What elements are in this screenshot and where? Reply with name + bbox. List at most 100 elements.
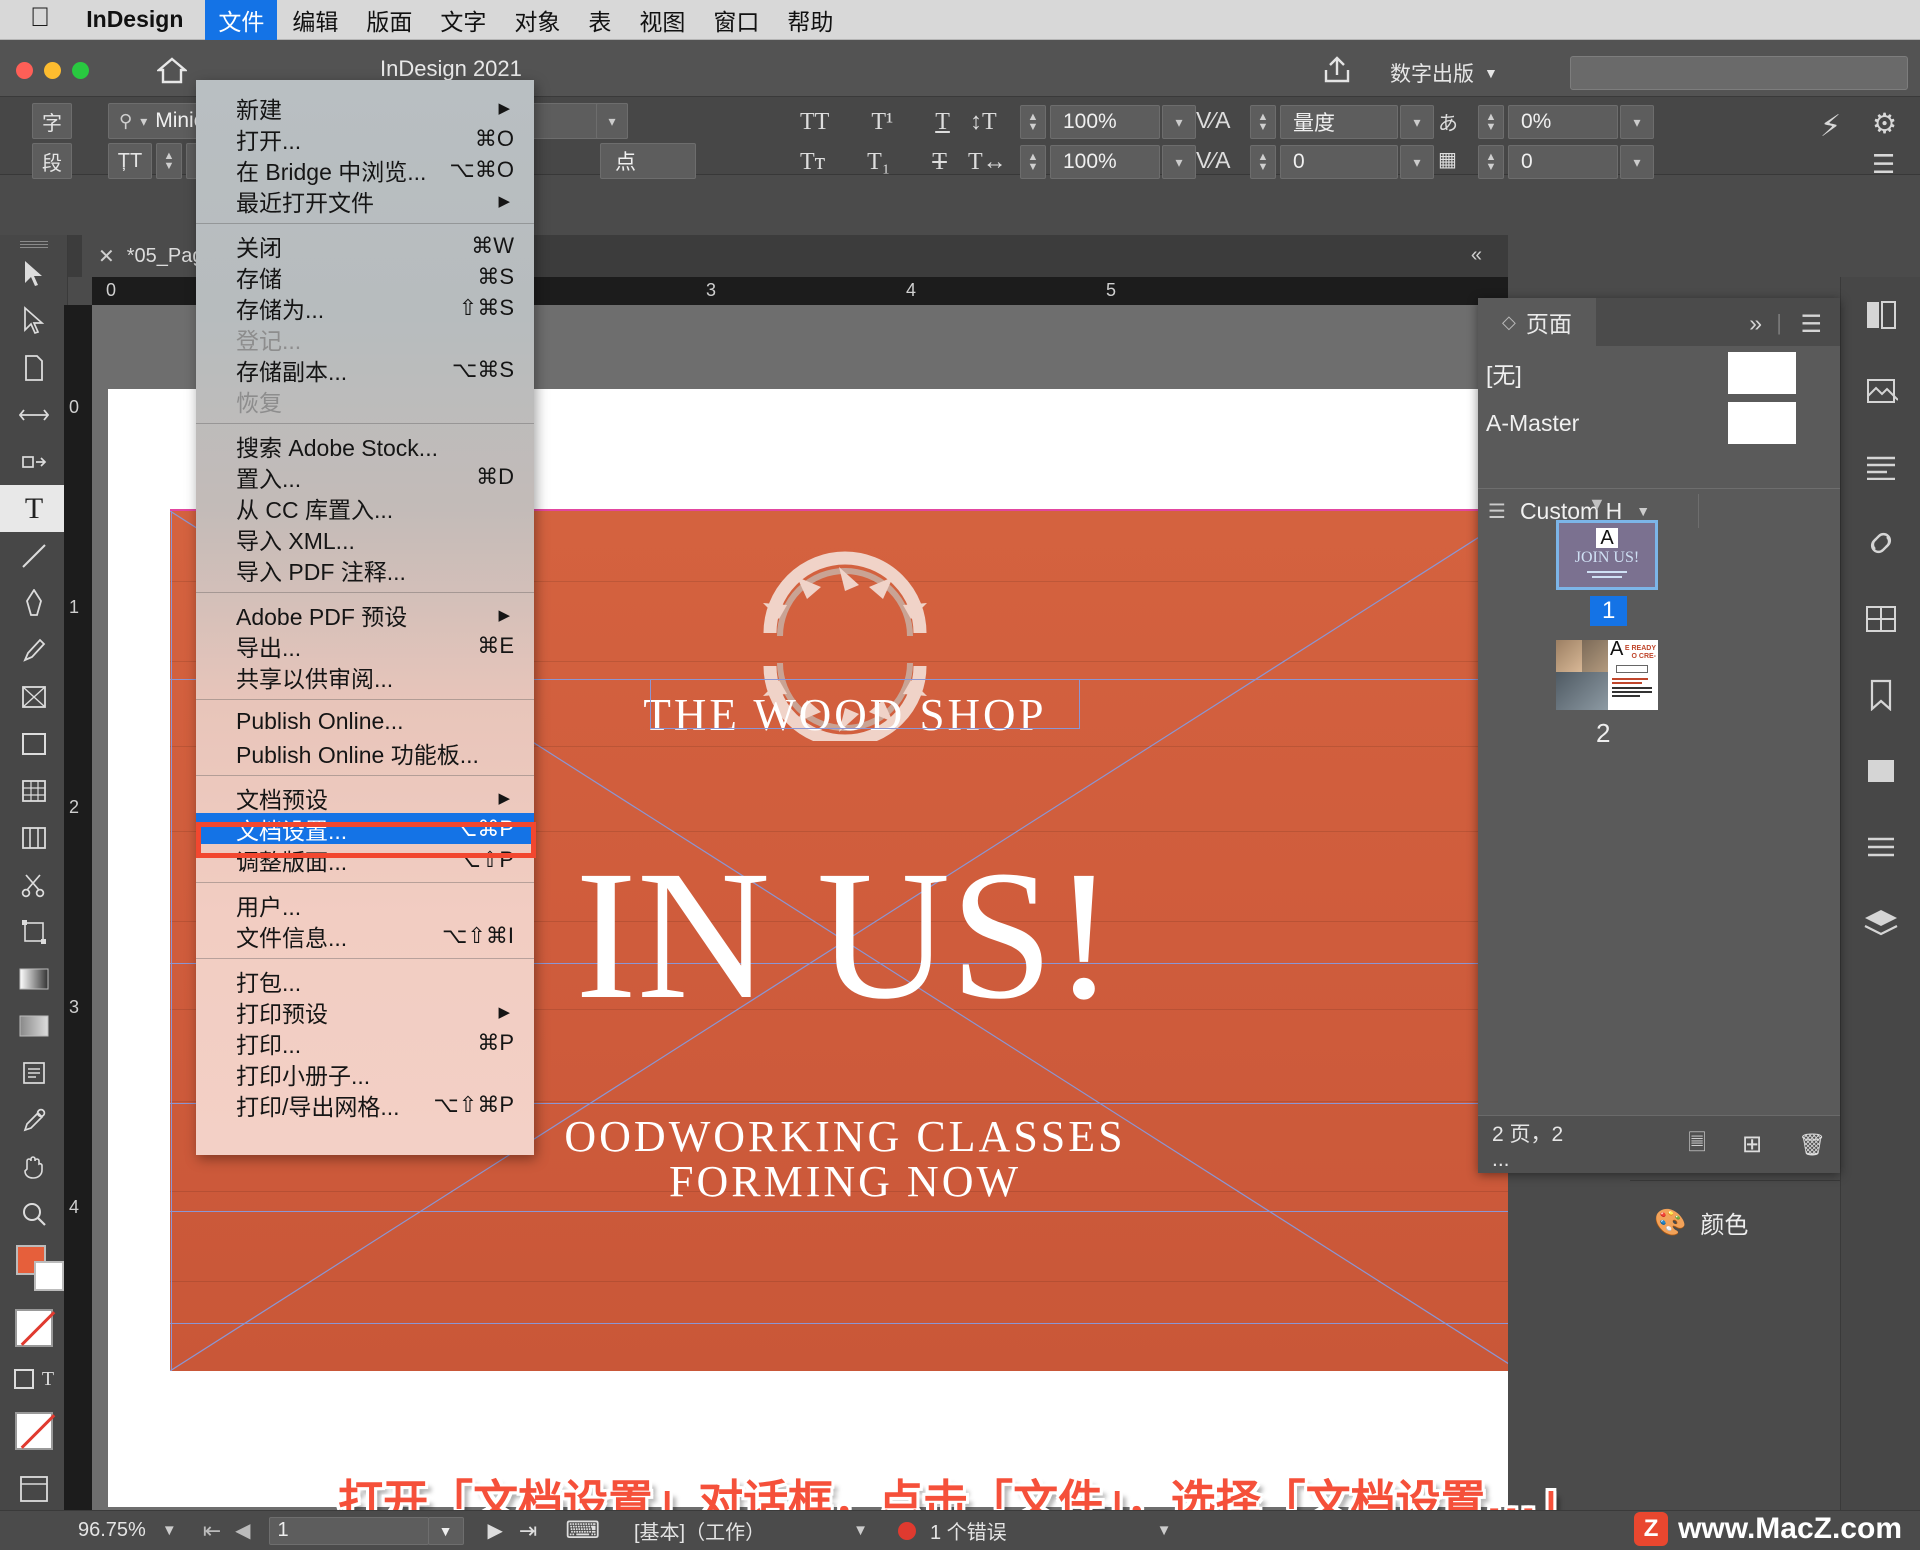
zoom-level-value[interactable]: 96.75% (78, 1519, 146, 1542)
gradient-feather-tool[interactable] (0, 1002, 68, 1049)
selection-tool[interactable] (0, 250, 68, 297)
horizontal-scale-stepper[interactable]: ▲▼ (1020, 145, 1046, 179)
menu-view[interactable]: 视图 (626, 0, 698, 41)
master-thumbnail[interactable] (1728, 352, 1796, 394)
kerning-input[interactable]: 量度 (1280, 105, 1398, 139)
menu-item[interactable]: Adobe PDF 预设▶ (196, 599, 534, 630)
scissors-tool[interactable] (0, 861, 68, 908)
collapse-tabs-icon[interactable]: « (1471, 244, 1482, 267)
apple-logo-icon[interactable]:  (30, 4, 50, 31)
file-dropdown-menu[interactable]: 新建▶打开...⌘O在 Bridge 中浏览...⌥⌘O最近打开文件▶关闭⌘W存… (196, 80, 534, 1155)
menu-item[interactable]: 搜索 Adobe Stock... (196, 430, 534, 461)
frame-tool[interactable] (0, 673, 68, 720)
leading-input[interactable]: 点 (600, 143, 696, 179)
cc-libraries-icon[interactable] (1841, 505, 1920, 581)
master-thumbnail[interactable] (1728, 402, 1796, 444)
menu-item[interactable]: 文档设置...⌥⌘P (196, 813, 534, 844)
hand-tool[interactable] (0, 1143, 68, 1190)
gap-tool[interactable] (0, 391, 68, 438)
page-number-2[interactable]: 2 (1596, 718, 1610, 749)
chevron-down-icon[interactable]: ▼ (162, 1522, 177, 1539)
type-tool[interactable]: T (0, 485, 68, 532)
bookmarks-panel-icon[interactable] (1841, 657, 1920, 733)
eyedropper-tool[interactable] (0, 1096, 68, 1143)
master-row-none[interactable]: [无] (1478, 358, 1840, 388)
vertical-ruler[interactable]: 0 1 2 3 4 (64, 305, 92, 1550)
menu-item[interactable]: 打印/导出网格...⌥⇧⌘P (196, 1089, 534, 1120)
links-panel-icon[interactable] (1841, 353, 1920, 429)
menu-item[interactable]: 打包... (196, 965, 534, 996)
menu-item[interactable]: 打印...⌘P (196, 1027, 534, 1058)
menu-item[interactable]: 从 CC 库置入... (196, 492, 534, 523)
more-panels-icon[interactable] (1841, 809, 1920, 885)
page-number-input[interactable]: 1 (269, 1517, 429, 1545)
tracking-input[interactable]: 0 (1280, 145, 1398, 179)
menu-item[interactable]: 存储为...⇧⌘S (196, 292, 534, 323)
apply-gradient-button[interactable] (0, 1401, 68, 1461)
menu-edit[interactable]: 编辑 (279, 0, 351, 41)
delete-page-icon[interactable]: 🗑 (1798, 1132, 1826, 1158)
text-frame-outline[interactable] (650, 679, 1080, 729)
horizontal-scale-dropdown[interactable]: ▾ (1162, 145, 1196, 179)
menu-item[interactable]: 关闭⌘W (196, 230, 534, 261)
menu-item[interactable]: 导出...⌘E (196, 630, 534, 661)
menu-object[interactable]: 对象 (501, 0, 573, 41)
superscript-button[interactable]: T¹ (871, 109, 893, 136)
underline-button[interactable]: T (935, 109, 950, 136)
note-tool[interactable] (0, 1049, 68, 1096)
menu-item[interactable]: 文件信息...⌥⇧⌘I (196, 920, 534, 951)
menu-item[interactable]: 共享以供审阅... (196, 661, 534, 692)
menu-window[interactable]: 窗口 (700, 0, 772, 41)
share-icon[interactable] (1320, 55, 1354, 90)
effects-panel-icon[interactable] (1841, 733, 1920, 809)
menu-item[interactable]: 打开...⌘O (196, 123, 534, 154)
paragraph-styles-icon[interactable] (1841, 429, 1920, 505)
horizontal-scale-input[interactable]: 100% (1050, 145, 1160, 179)
pencil-tool[interactable] (0, 626, 68, 673)
tab-pages[interactable]: ◇ 页面 (1478, 298, 1596, 346)
tsume-stepper[interactable]: ▲▼ (1478, 105, 1504, 139)
menu-layout[interactable]: 版面 (353, 0, 425, 41)
menu-item[interactable]: Publish Online 功能板... (196, 737, 534, 768)
free-transform-tool[interactable] (0, 908, 68, 955)
swatches-panel-icon[interactable] (1841, 581, 1920, 657)
subscript-button[interactable]: T₁ (867, 149, 890, 176)
rectangle-tool[interactable] (0, 720, 68, 767)
menu-item[interactable]: 导入 PDF 注释... (196, 554, 534, 585)
grid-align-input[interactable]: 0 (1508, 145, 1618, 179)
menu-item[interactable]: 在 Bridge 中浏览...⌥⌘O (196, 154, 534, 185)
panel-menu-icon[interactable]: ☰ (1800, 310, 1822, 339)
menu-file[interactable]: 文件 (205, 0, 277, 41)
line-tool[interactable] (0, 532, 68, 579)
quick-apply-icon[interactable]: ⚡ (1820, 109, 1841, 144)
close-window-button[interactable] (16, 62, 33, 79)
vertical-scale-dropdown[interactable]: ▾ (1162, 105, 1196, 139)
last-page-icon[interactable]: ⇥ (519, 1518, 537, 1544)
formatting-affects-container-button[interactable]: T (0, 1357, 68, 1401)
pen-tool[interactable] (0, 579, 68, 626)
prev-page-icon[interactable]: ◀ (235, 1518, 250, 1543)
menu-item[interactable]: 文档预设▶ (196, 782, 534, 813)
panel-grip-icon[interactable] (20, 241, 48, 248)
first-page-icon[interactable]: ⇤ (203, 1518, 221, 1544)
new-page-icon[interactable]: ⊞ (1742, 1130, 1762, 1159)
home-icon[interactable] (157, 57, 187, 84)
window-controls[interactable] (16, 62, 89, 79)
columns-tool[interactable] (0, 814, 68, 861)
menu-item[interactable]: 调整版面...⌥⇧P (196, 844, 534, 875)
fill-stroke-swatch[interactable] (0, 1237, 68, 1299)
pages-panel[interactable]: ◇ 页面 » | ☰ [无] A-Master ☰ Custom H ▼ ▼ A… (1478, 298, 1840, 1173)
vertical-scale-stepper[interactable]: ▲▼ (1020, 105, 1046, 139)
small-caps-button[interactable]: Tᴛ (800, 149, 825, 176)
character-formatting-icon[interactable]: 字 (32, 103, 72, 139)
strikethrough-button[interactable]: T (932, 149, 947, 176)
menu-item[interactable]: Publish Online... (196, 706, 534, 737)
page-number-1[interactable]: 1 (1590, 596, 1627, 626)
menu-item[interactable]: 存储⌘S (196, 261, 534, 292)
grid-align-dropdown[interactable]: ▾ (1620, 145, 1654, 179)
close-icon[interactable]: ✕ (98, 244, 115, 269)
pages-panel-icon[interactable] (1841, 277, 1920, 353)
zoom-tool[interactable] (0, 1190, 68, 1237)
chevron-down-icon[interactable]: ▼ (1157, 1522, 1172, 1539)
preflight-icon[interactable]: ⌨ (565, 1516, 600, 1545)
